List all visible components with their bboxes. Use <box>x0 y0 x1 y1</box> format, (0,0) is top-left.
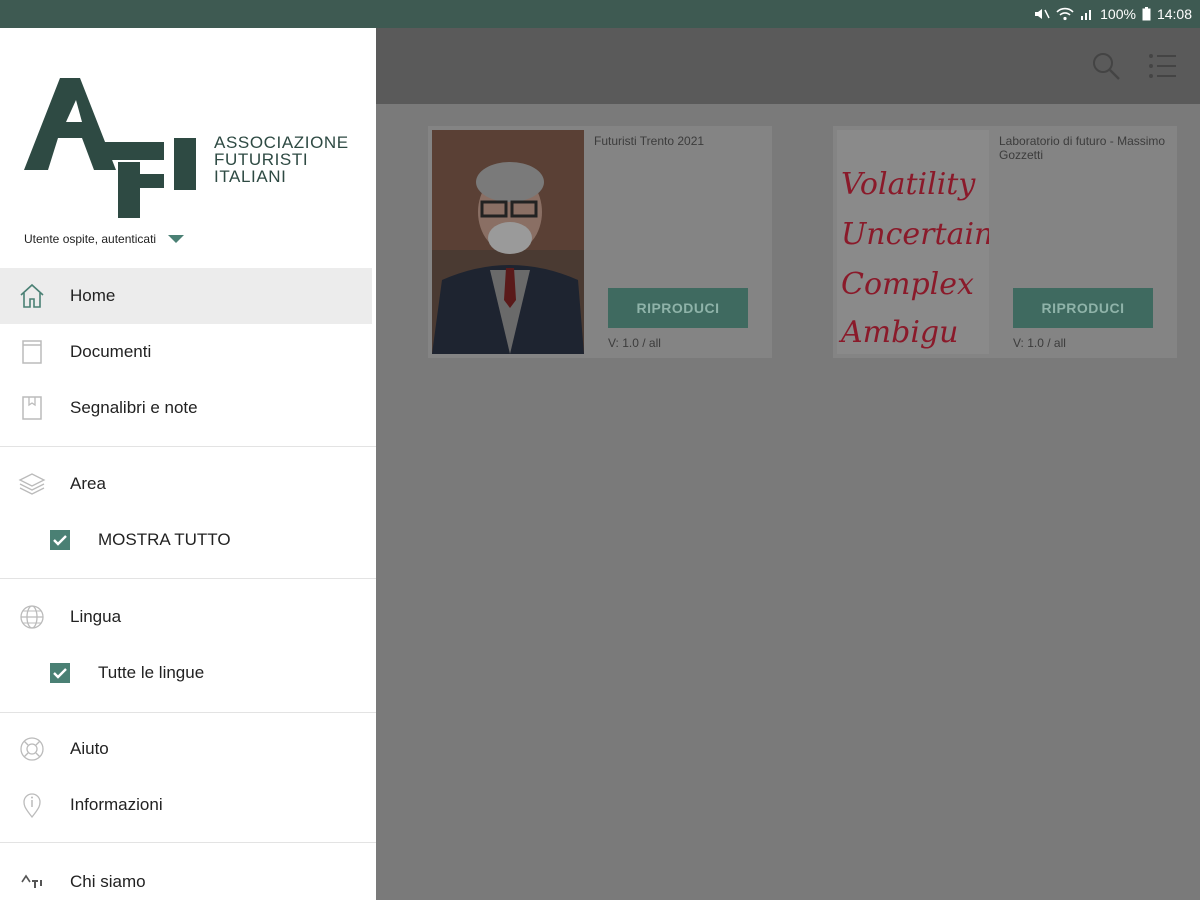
filter-tutte-lingue[interactable]: Tutte le lingue <box>0 645 372 701</box>
card-thumbnail <box>432 130 584 354</box>
app-toolbar <box>376 28 1200 104</box>
globe-icon <box>20 605 44 629</box>
divider <box>0 842 376 843</box>
logo-line: FUTURISTI <box>214 150 309 169</box>
bookmark-icon <box>22 396 42 420</box>
nav-item-chi-siamo[interactable]: Chi siamo <box>0 854 372 900</box>
content-area: Futuristi Trento 2021 RIPRODUCI V: 1.0 /… <box>376 104 1200 900</box>
nav-label: Chi siamo <box>70 872 146 891</box>
portrait-image <box>432 130 584 354</box>
filter-mostra-tutto[interactable]: MOSTRA TUTTO <box>0 512 372 568</box>
nav-label: Lingua <box>70 607 122 626</box>
layers-icon <box>18 473 46 495</box>
vuca-word: Volatility <box>841 167 976 202</box>
user-account-selector[interactable]: Utente ospite, autenticati <box>24 232 185 246</box>
content-card[interactable]: Volatility Uncertain Complex Ambigu Labo… <box>833 126 1177 358</box>
dropdown-caret-icon[interactable] <box>168 235 185 243</box>
card-version: V: 1.0 / all <box>1013 336 1066 350</box>
logo-line: ASSOCIAZIONE <box>214 133 349 152</box>
checkbox-checked-icon[interactable] <box>50 530 70 550</box>
vuca-word: Complex <box>841 267 974 302</box>
logo-line: ITALIANI <box>214 167 287 186</box>
afi-logo: ASSOCIAZIONE FUTURISTI ITALIANI <box>20 76 370 226</box>
divider <box>0 578 376 579</box>
nav-item-documenti[interactable]: Documenti <box>0 324 372 380</box>
nav-label: Aiuto <box>70 739 109 758</box>
nav-label: Documenti <box>70 342 152 361</box>
afi-logo-mark <box>24 78 196 218</box>
content-card[interactable]: Futuristi Trento 2021 RIPRODUCI V: 1.0 /… <box>428 126 772 358</box>
filter-label: Tutte le lingue <box>98 663 205 682</box>
wifi-icon <box>1056 7 1074 21</box>
checkbox-checked-icon[interactable] <box>50 663 70 683</box>
nav-label: Area <box>70 474 106 493</box>
nav-label: Informazioni <box>70 795 163 814</box>
vuca-image: Volatility Uncertain Complex Ambigu <box>837 130 989 354</box>
divider <box>0 712 376 713</box>
logo-text: ASSOCIAZIONE FUTURISTI ITALIANI <box>214 134 349 185</box>
nav-item-lingua[interactable]: Lingua <box>0 589 372 645</box>
status-bar: 100% 14:08 <box>0 0 1200 28</box>
card-version: V: 1.0 / all <box>608 336 661 350</box>
divider <box>0 446 376 447</box>
battery-percent: 100% <box>1100 6 1136 22</box>
battery-icon <box>1142 7 1151 21</box>
navigation-drawer: ASSOCIAZIONE FUTURISTI ITALIANI Utente o… <box>0 28 376 900</box>
nav-item-segnalibri[interactable]: Segnalibri e note <box>0 380 372 436</box>
home-icon <box>20 283 44 308</box>
clock: 14:08 <box>1156 6 1192 22</box>
card-title: Laboratorio di futuro - Massimo Gozzetti <box>999 134 1166 162</box>
play-button[interactable]: RIPRODUCI <box>1013 288 1153 328</box>
nav-item-home[interactable]: Home <box>0 268 372 324</box>
vuca-word: Ambigu <box>838 315 958 350</box>
document-icon <box>22 340 42 364</box>
nav-item-informazioni[interactable]: Informazioni <box>0 777 372 833</box>
mute-icon <box>1035 9 1050 19</box>
vuca-word: Uncertain <box>841 217 989 252</box>
list-menu-icon[interactable] <box>1146 50 1178 82</box>
search-icon[interactable] <box>1090 50 1122 82</box>
afi-mini-logo-icon <box>21 874 42 888</box>
help-lifebuoy-icon <box>20 737 44 761</box>
nav-item-area[interactable]: Area <box>0 456 372 512</box>
filter-label: MOSTRA TUTTO <box>98 530 231 549</box>
play-button[interactable]: RIPRODUCI <box>608 288 748 328</box>
nav-label: Home <box>70 286 116 305</box>
status-indicators: 100% 14:08 <box>1034 6 1192 22</box>
user-label: Utente ospite, autenticati <box>24 232 157 246</box>
nav-label: Segnalibri e note <box>70 398 198 417</box>
info-pin-icon <box>23 793 41 819</box>
signal-icon <box>1081 10 1092 20</box>
card-thumbnail: Volatility Uncertain Complex Ambigu <box>837 130 989 354</box>
nav-item-aiuto[interactable]: Aiuto <box>0 721 372 777</box>
card-title: Futuristi Trento 2021 <box>594 134 705 148</box>
